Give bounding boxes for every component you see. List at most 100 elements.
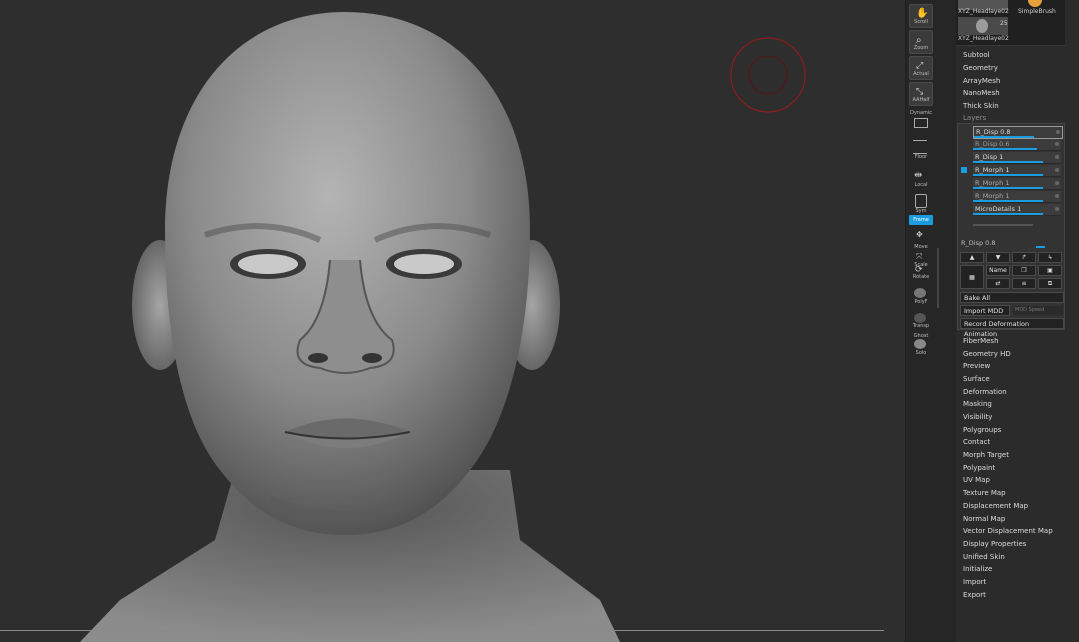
menu-texture-map[interactable]: Texture Map bbox=[963, 489, 1006, 498]
menu-morph-target[interactable]: Morph Target bbox=[963, 451, 1009, 460]
menu-subtool[interactable]: Subtool bbox=[963, 51, 990, 60]
merge-button[interactable]: ↳ bbox=[1038, 252, 1062, 263]
layer-item[interactable]: MicroDetails 1 bbox=[973, 204, 1061, 216]
transp-icon[interactable] bbox=[914, 313, 926, 323]
import-mdd-button[interactable]: Import MDD bbox=[960, 305, 1010, 316]
menu-import[interactable]: Import bbox=[963, 578, 986, 587]
local-icon[interactable]: ⇹ bbox=[914, 170, 922, 181]
thumb-label: SimpleBrush bbox=[1018, 8, 1056, 15]
layer-item[interactable]: R_Morph 1 bbox=[973, 165, 1061, 177]
layer-item[interactable]: R_Disp 0.6 bbox=[973, 139, 1061, 151]
floor-icon[interactable] bbox=[913, 140, 927, 154]
arrow-down-icon: ▼ bbox=[995, 254, 1001, 261]
split-button[interactable]: ↱ bbox=[1012, 252, 1036, 263]
aahalf-icon: ⤡ bbox=[916, 87, 924, 97]
actual-icon: ⤢ bbox=[916, 61, 924, 71]
new-layer-button[interactable]: ▦ bbox=[960, 265, 984, 289]
menu-polypaint[interactable]: Polypaint bbox=[963, 464, 995, 473]
shelf-label: Local bbox=[914, 182, 928, 188]
scale-icon[interactable]: ⤧ bbox=[916, 252, 922, 262]
eye-icon[interactable] bbox=[1055, 207, 1059, 211]
sym-icon[interactable] bbox=[915, 194, 927, 208]
menu-display-properties[interactable]: Display Properties bbox=[963, 540, 1026, 549]
move-up-button[interactable]: ▲ bbox=[960, 252, 984, 263]
menu-arraymesh[interactable]: ArrayMesh bbox=[963, 77, 1000, 86]
ghost-icon[interactable] bbox=[914, 339, 926, 349]
thumb-label: XYZ_Headlaye02 bbox=[958, 8, 1009, 15]
merge-icon: ↳ bbox=[1047, 254, 1053, 261]
eye-icon[interactable] bbox=[1055, 194, 1059, 198]
menu-preview[interactable]: Preview bbox=[963, 362, 990, 371]
record-deformation-button[interactable]: Record Deformation Animation bbox=[960, 318, 1064, 338]
copy-button[interactable]: ⧉ bbox=[1038, 278, 1062, 289]
mdd-speed-slider[interactable]: MDD Speed bbox=[1013, 306, 1063, 315]
bake-all-button[interactable]: Bake All bbox=[960, 292, 1064, 303]
menu-polygroups[interactable]: Polygroups bbox=[963, 426, 1001, 435]
name-button[interactable]: Name bbox=[986, 265, 1010, 276]
shelf-slider[interactable] bbox=[937, 248, 939, 308]
menu-export[interactable]: Export bbox=[963, 591, 986, 600]
layer-strength-bar[interactable] bbox=[973, 161, 1043, 163]
layer-strength-bar[interactable] bbox=[973, 187, 1043, 189]
menu-geometry[interactable]: Geometry bbox=[963, 64, 998, 73]
eye-icon[interactable] bbox=[1055, 168, 1059, 172]
layer-item[interactable]: R_Disp 0.8 bbox=[973, 126, 1063, 139]
layer-strength-bar[interactable] bbox=[974, 136, 1034, 138]
menu-deformation[interactable]: Deformation bbox=[963, 388, 1007, 397]
shelf-label: AAHalf bbox=[912, 97, 930, 103]
layer-strength-bar[interactable] bbox=[973, 148, 1037, 150]
menu-visibility[interactable]: Visibility bbox=[963, 413, 992, 422]
menu-unified-skin[interactable]: Unified Skin bbox=[963, 553, 1005, 562]
menu-nanomesh[interactable]: NanoMesh bbox=[963, 89, 1000, 98]
brush-cursor bbox=[730, 37, 806, 113]
simplebrush-icon[interactable] bbox=[1028, 0, 1042, 7]
new-layer-icon: ▦ bbox=[969, 274, 975, 281]
polyf-icon[interactable] bbox=[914, 288, 926, 298]
eye-icon[interactable] bbox=[1055, 142, 1059, 146]
layer-scrollbar[interactable] bbox=[973, 224, 1033, 226]
layer-item[interactable]: R_Morph 1 bbox=[973, 178, 1061, 190]
layer-strength-bar[interactable] bbox=[973, 200, 1043, 202]
viewport-canvas[interactable] bbox=[0, 0, 905, 642]
layer-record-indicator[interactable] bbox=[961, 167, 967, 173]
eye-icon[interactable] bbox=[1056, 130, 1060, 134]
menu-vector-displacement-map[interactable]: Vector Displacement Map bbox=[963, 527, 1053, 536]
menu-initialize[interactable]: Initialize bbox=[963, 565, 992, 574]
menu-surface[interactable]: Surface bbox=[963, 375, 990, 384]
layer-name: R_Disp 0.6 bbox=[975, 140, 1010, 148]
menu-masking[interactable]: Masking bbox=[963, 400, 992, 409]
menu-layers[interactable]: Layers bbox=[963, 114, 986, 123]
layers-palette: R_Disp 0.8 R_Disp 0.6 R_Disp 1 R_Morph 1… bbox=[957, 123, 1065, 338]
delete-button[interactable]: ▣ bbox=[1038, 265, 1062, 276]
move-icon[interactable]: ✥ bbox=[916, 230, 923, 239]
eye-icon[interactable] bbox=[1055, 155, 1059, 159]
current-layer-label: R_Disp 0.8 bbox=[961, 239, 996, 247]
stack-button[interactable]: ≡ bbox=[1012, 278, 1036, 289]
layer-name: R_Disp 0.8 bbox=[976, 128, 1011, 136]
layer-item[interactable]: R_Morph 1 bbox=[973, 191, 1061, 203]
menu-uv-map[interactable]: UV Map bbox=[963, 476, 990, 485]
layer-strength-bar[interactable] bbox=[973, 174, 1043, 176]
menu-contact[interactable]: Contact bbox=[963, 438, 990, 447]
menu-displacement-map[interactable]: Displacement Map bbox=[963, 502, 1028, 511]
shelf-label: Transp bbox=[912, 323, 930, 329]
stack-icon: ≡ bbox=[1021, 280, 1027, 287]
menu-normal-map[interactable]: Normal Map bbox=[963, 515, 1005, 524]
brush-cursor-inner bbox=[748, 55, 788, 95]
invert-button[interactable]: ⇄ bbox=[986, 278, 1010, 289]
layer-item[interactable]: R_Disp 1 bbox=[973, 152, 1061, 164]
layer-name: R_Morph 1 bbox=[975, 192, 1010, 200]
shelf-label[interactable]: Dynamic bbox=[906, 110, 936, 116]
eye-icon[interactable] bbox=[1055, 181, 1059, 185]
current-layer-bar[interactable] bbox=[1036, 246, 1045, 248]
move-down-button[interactable]: ▼ bbox=[986, 252, 1010, 263]
menu-thick-skin[interactable]: Thick Skin bbox=[963, 102, 999, 111]
layer-name: MicroDetails 1 bbox=[975, 205, 1022, 213]
delete-icon: ▣ bbox=[1047, 267, 1053, 274]
duplicate-button[interactable]: ❐ bbox=[1012, 265, 1036, 276]
layer-strength-bar[interactable] bbox=[973, 213, 1043, 215]
shelf-label: Floor bbox=[914, 154, 928, 160]
hand-icon: ✋ bbox=[916, 8, 929, 19]
menu-geometry-hd[interactable]: Geometry HD bbox=[963, 350, 1011, 359]
persp-icon[interactable] bbox=[914, 118, 928, 128]
